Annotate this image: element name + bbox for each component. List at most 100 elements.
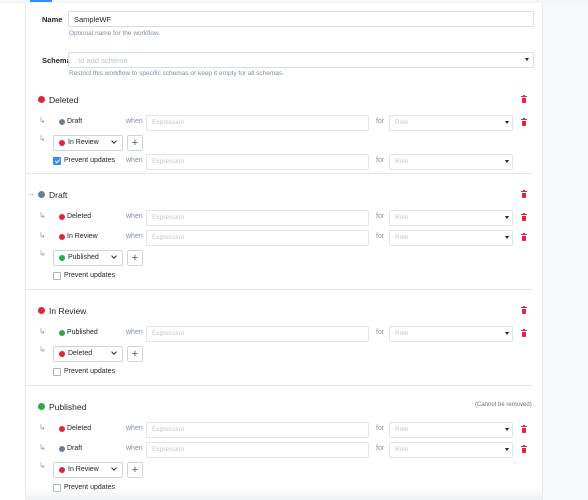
chevron-down-icon: [111, 253, 117, 259]
for-label: for: [376, 445, 385, 452]
chevron-down-icon: [111, 349, 117, 355]
for-label: for: [376, 213, 385, 220]
target-dot: [59, 351, 65, 357]
when-label: when: [126, 118, 143, 125]
role-select[interactable]: Role: [389, 230, 513, 246]
caret-down-icon: [505, 332, 509, 335]
schemas-placeholder: , to add schema: [74, 56, 128, 65]
name-input[interactable]: SampleWF: [68, 11, 534, 27]
right-background: [542, 3, 588, 500]
prevent-updates-checkbox[interactable]: [53, 272, 61, 280]
prevent-updates-checkbox[interactable]: [53, 368, 61, 376]
expression-input[interactable]: Expression: [146, 230, 369, 246]
cannot-remove-note: (Cannot be removed): [475, 402, 532, 408]
caret-down-icon: [505, 236, 509, 239]
prevent-expression-input[interactable]: Expression: [146, 154, 369, 170]
role-select[interactable]: Role: [389, 210, 513, 226]
step-separator: [26, 173, 533, 174]
trash-icon[interactable]: [521, 190, 527, 198]
add-transition-button[interactable]: +: [127, 250, 143, 266]
target-dot: [59, 467, 65, 473]
step-color-dot[interactable]: [38, 307, 45, 314]
transition-target-label: Deleted: [67, 425, 92, 432]
when-label: when: [126, 233, 143, 240]
role-select[interactable]: Role: [389, 115, 513, 131]
new-transition-dropdown[interactable]: Published: [53, 250, 123, 266]
expression-input[interactable]: Expression: [146, 422, 369, 438]
trash-icon[interactable]: [521, 213, 527, 221]
caret-down-icon: [505, 121, 509, 124]
step-name[interactable]: In Review: [49, 306, 86, 316]
when-label: when: [126, 157, 143, 164]
name-input-value: SampleWF: [74, 15, 112, 24]
transition-arrow-icon: ↳: [39, 249, 46, 258]
transition-target-dot: [59, 426, 65, 432]
step-name[interactable]: Published: [49, 402, 86, 412]
name-label: Name: [42, 15, 63, 24]
prevent-updates-checkbox[interactable]: [53, 157, 61, 165]
caret-down-icon: [505, 428, 509, 431]
active-tab-indicator: [30, 0, 52, 2]
name-hint: Optional name for the workflow.: [69, 30, 161, 37]
role-select[interactable]: Role: [389, 422, 513, 438]
add-transition-button[interactable]: +: [127, 462, 143, 478]
for-label: for: [376, 425, 385, 432]
add-transition-button[interactable]: +: [127, 346, 143, 362]
step-separator: [26, 385, 533, 386]
transition-arrow-icon: ↳: [39, 211, 46, 220]
step-name[interactable]: Deleted: [49, 95, 78, 105]
caret-down-icon: [505, 160, 509, 163]
transition-target-dot: [59, 214, 65, 220]
trash-icon[interactable]: [521, 445, 527, 453]
prevent-updates-label[interactable]: Prevent updates: [64, 157, 115, 164]
transition-target-dot: [59, 234, 65, 240]
when-label: when: [126, 425, 143, 432]
step-name[interactable]: Draft: [49, 190, 67, 200]
expression-input[interactable]: Expression: [146, 442, 369, 458]
transition-arrow-icon: ↳: [39, 231, 46, 240]
for-label: for: [376, 118, 385, 125]
transition-arrow-icon: ↳: [39, 345, 46, 354]
new-transition-dropdown[interactable]: In Review: [53, 135, 123, 151]
transition-target-label: Draft: [67, 118, 83, 125]
trash-icon[interactable]: [521, 425, 527, 433]
step-color-dot[interactable]: [38, 403, 45, 410]
role-select[interactable]: Role: [389, 326, 513, 342]
step-color-dot[interactable]: [38, 191, 45, 198]
trash-icon[interactable]: [521, 306, 527, 314]
transition-arrow-icon: ↳: [39, 423, 46, 432]
expression-input[interactable]: Expression: [146, 210, 369, 226]
trash-icon[interactable]: [521, 95, 527, 103]
prevent-updates-label[interactable]: Prevent updates: [64, 272, 115, 279]
target-dot: [59, 255, 65, 261]
add-transition-button[interactable]: +: [127, 135, 143, 151]
prevent-role-select[interactable]: Role: [389, 154, 513, 170]
bottom-fade: [25, 488, 542, 500]
transition-arrow-icon: ↳: [39, 116, 46, 125]
role-select[interactable]: Role: [389, 442, 513, 458]
trash-icon[interactable]: [521, 329, 527, 337]
when-label: when: [126, 213, 143, 220]
transition-target-dot: [59, 119, 65, 125]
caret-down-icon[interactable]: [525, 58, 529, 61]
new-transition-dropdown[interactable]: Deleted: [53, 346, 123, 362]
trash-icon[interactable]: [521, 118, 527, 126]
schemas-hint: Restrict this workflow to specific schem…: [69, 70, 284, 77]
new-transition-target-label: Published: [68, 254, 99, 261]
expression-input[interactable]: Expression: [146, 326, 369, 342]
schemas-input[interactable]: , to add schema: [68, 52, 534, 68]
for-label: for: [376, 233, 385, 240]
trash-icon[interactable]: [521, 233, 527, 241]
transition-target-dot: [59, 446, 65, 452]
target-dot: [59, 140, 65, 146]
new-transition-dropdown[interactable]: In Review: [53, 462, 123, 478]
for-label: for: [376, 157, 385, 164]
transition-arrow-icon: ↳: [39, 134, 46, 143]
transition-arrow-icon: ↳: [39, 327, 46, 336]
step-separator: [26, 289, 533, 290]
transition-target-label: In Review: [67, 233, 98, 240]
new-transition-target-label: Deleted: [68, 350, 93, 357]
expression-input[interactable]: Expression: [146, 115, 369, 131]
step-color-dot[interactable]: [38, 96, 45, 103]
prevent-updates-label[interactable]: Prevent updates: [64, 368, 115, 375]
